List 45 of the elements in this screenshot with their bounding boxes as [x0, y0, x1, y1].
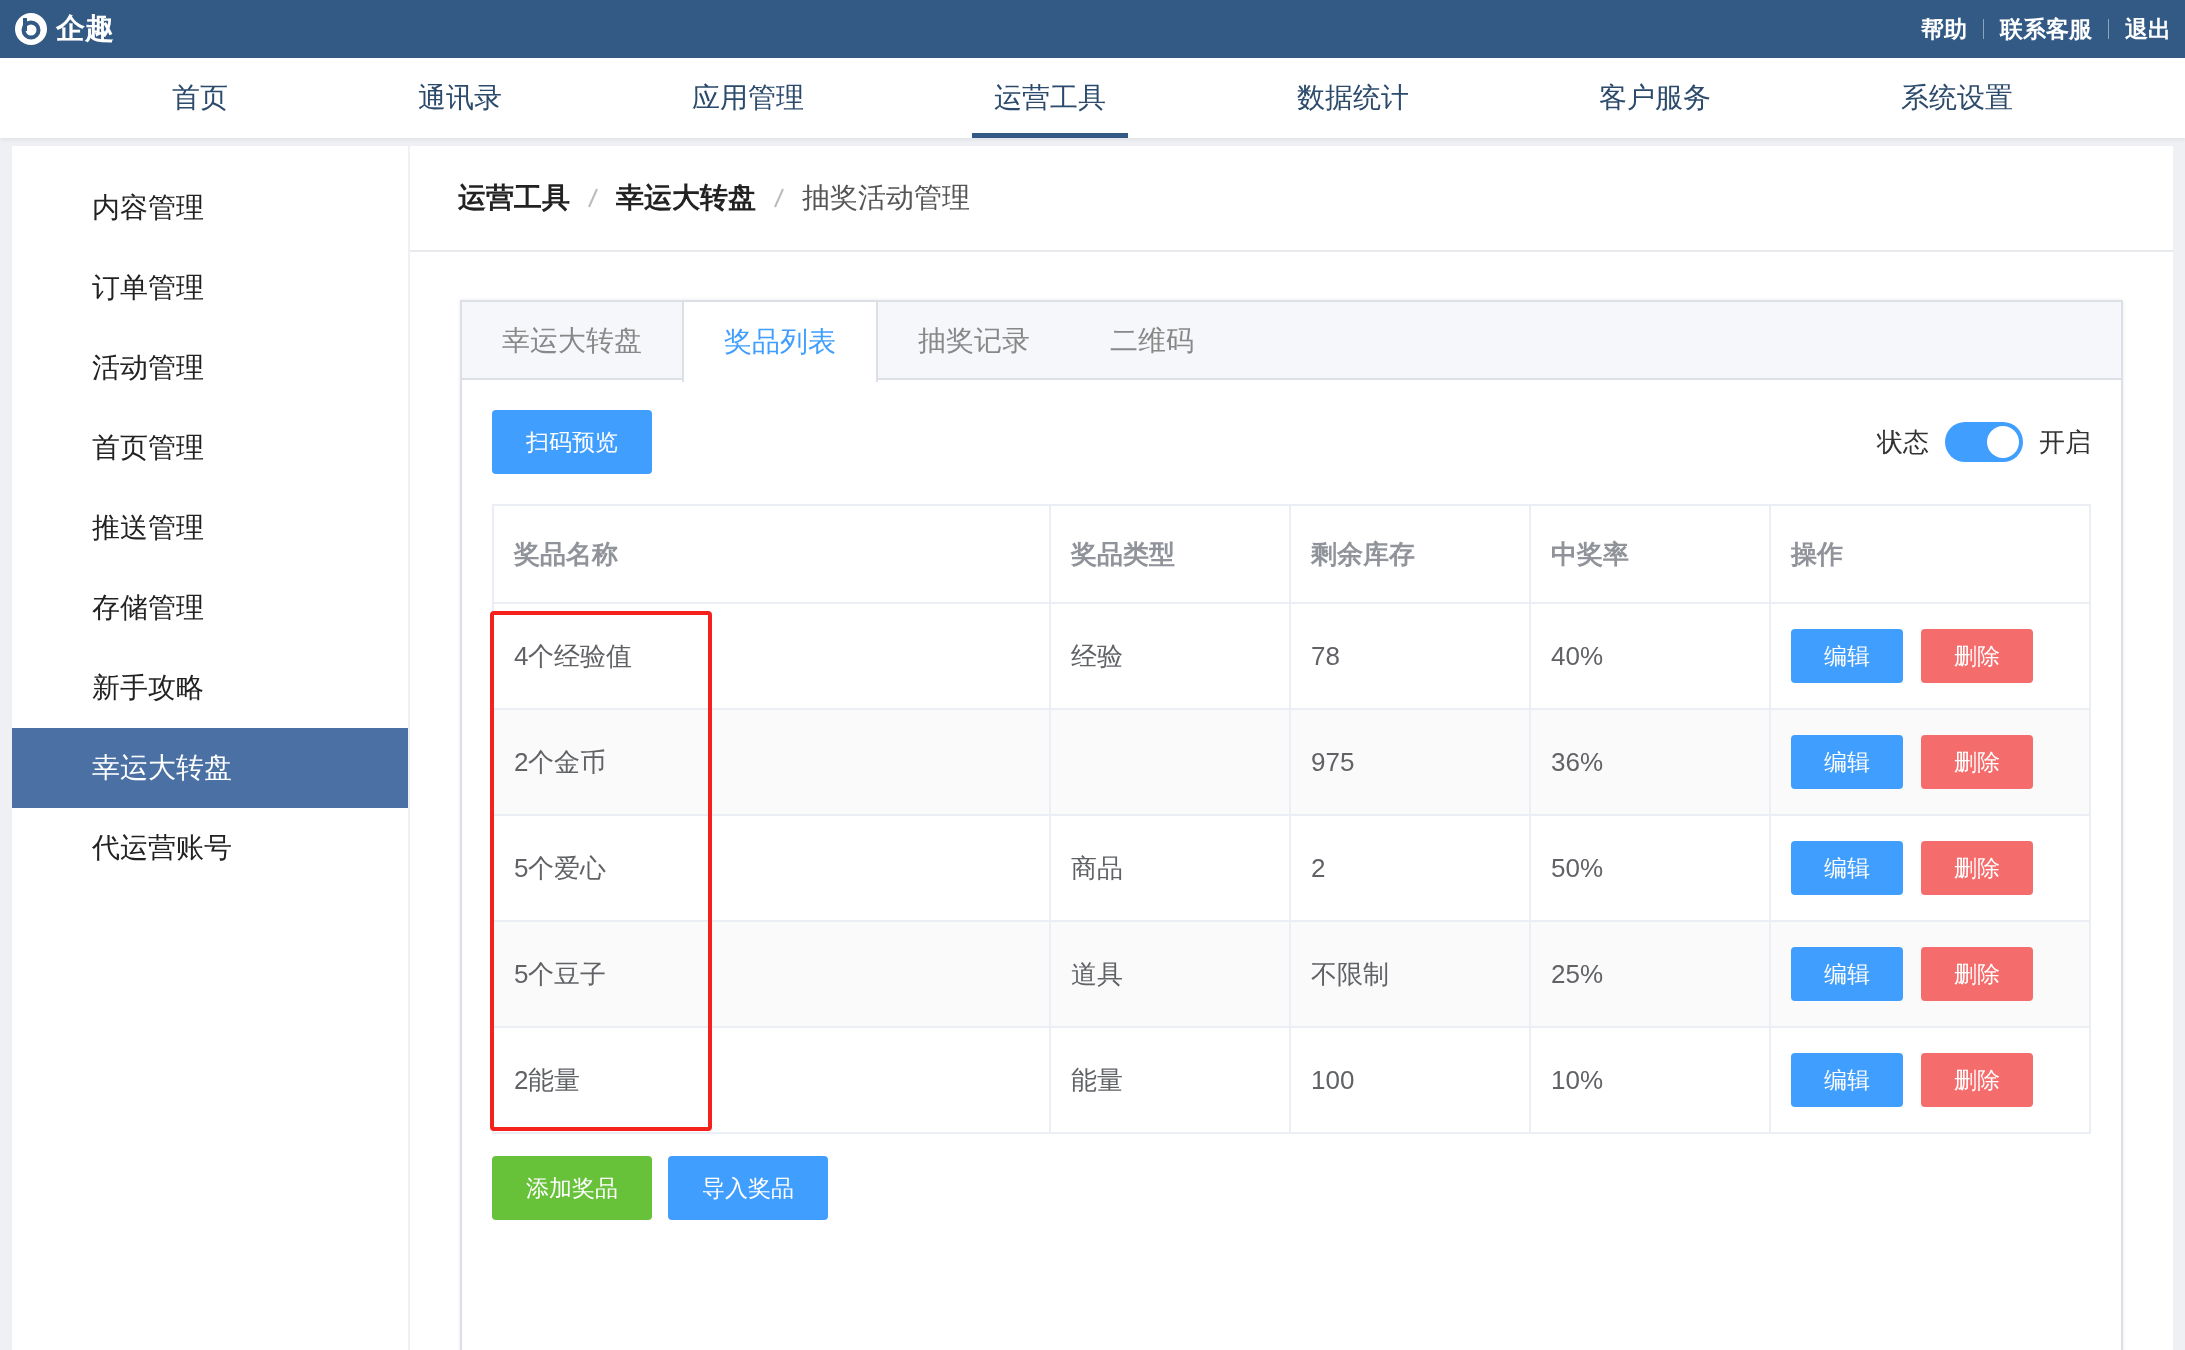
table-cell: 5个豆子: [493, 921, 1050, 1027]
slash-icon: [588, 188, 598, 208]
table-cell: 36%: [1530, 709, 1770, 815]
table-cell: 2能量: [493, 1027, 1050, 1133]
sidebar-item[interactable]: 内容管理: [12, 168, 408, 248]
nav-tab[interactable]: 首页: [150, 58, 250, 138]
nav-tab[interactable]: 应用管理: [670, 58, 827, 138]
table-cell: 不限制: [1290, 921, 1530, 1027]
nav-tab[interactable]: 数据统计: [1274, 58, 1431, 138]
table-cell: 能量: [1050, 1027, 1290, 1133]
column-header: 剩余库存: [1290, 505, 1530, 603]
column-header: 中奖率: [1530, 505, 1770, 603]
sidebar-item[interactable]: 活动管理: [12, 328, 408, 408]
logo-icon: [14, 12, 48, 46]
status-label: 状态: [1877, 425, 1929, 459]
sidebar-item[interactable]: 首页管理: [12, 408, 408, 488]
sidebar-item[interactable]: 幸运大转盘: [12, 728, 408, 808]
sidebar-item[interactable]: 推送管理: [12, 488, 408, 568]
table-cell: 2个金币: [493, 709, 1050, 815]
column-header: 奖品类型: [1050, 505, 1290, 603]
sidebar-item[interactable]: 代运营账号: [12, 808, 408, 888]
nav-tab[interactable]: 客户服务: [1576, 58, 1733, 138]
status-toggle[interactable]: [1945, 422, 2023, 462]
slash-icon: [774, 188, 784, 208]
nav-tab[interactable]: 通讯录: [396, 58, 525, 138]
column-header: 奖品名称: [493, 505, 1050, 603]
header-link[interactable]: 退出: [2125, 11, 2171, 47]
brand-name: 企趣: [56, 11, 114, 47]
sidebar-item[interactable]: 新手攻略: [12, 648, 408, 728]
table-cell: 975: [1290, 709, 1530, 815]
table-cell: 25%: [1530, 921, 1770, 1027]
column-header: 操作: [1770, 505, 2090, 603]
table-cell: 道具: [1050, 921, 1290, 1027]
nav-tab[interactable]: 系统设置: [1878, 58, 2035, 138]
status-text: 开启: [2039, 425, 2091, 459]
breadcrumb-item[interactable]: 幸运大转盘: [616, 177, 756, 219]
nav-tab[interactable]: 运营工具: [972, 58, 1129, 138]
header-link[interactable]: 帮助: [1921, 11, 1967, 47]
breadcrumb-item[interactable]: 运营工具: [458, 177, 570, 219]
table-cell: 100: [1290, 1027, 1530, 1133]
breadcrumb-item: 抽奖活动管理: [802, 181, 970, 215]
table-cell: 10%: [1530, 1027, 1770, 1133]
sidebar-item[interactable]: 存储管理: [12, 568, 408, 648]
sidebar-item[interactable]: 订单管理: [12, 248, 408, 328]
header-link[interactable]: 联系客服: [2000, 11, 2092, 47]
